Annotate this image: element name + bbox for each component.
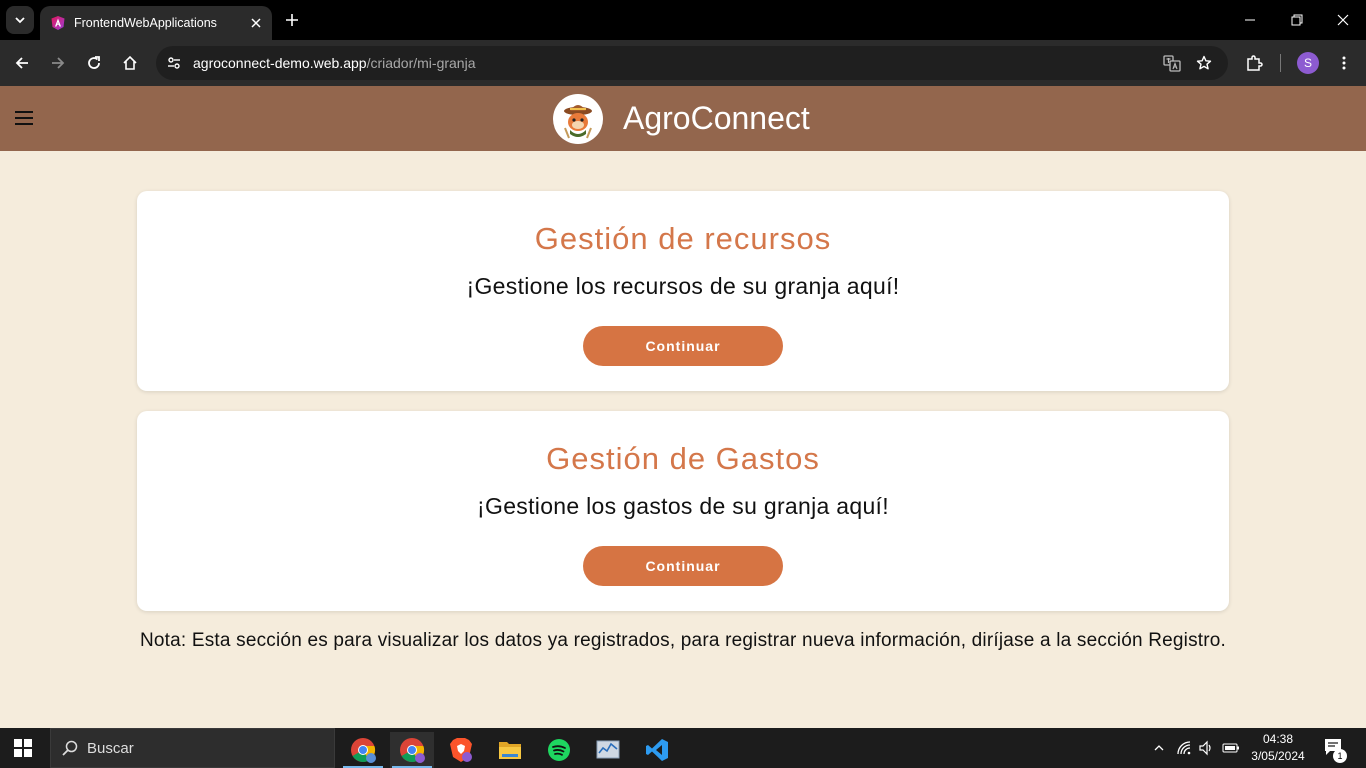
network-button[interactable]	[1174, 738, 1194, 758]
angular-favicon-icon	[51, 16, 65, 30]
profile-avatar[interactable]: S	[1297, 52, 1319, 74]
puzzle-icon	[1247, 55, 1263, 71]
extensions-button[interactable]	[1240, 49, 1268, 77]
card-description: ¡Gestione los gastos de su granja aquí!	[477, 493, 889, 519]
app-logo	[553, 94, 603, 144]
battery-button[interactable]	[1221, 738, 1241, 758]
forward-button[interactable]	[44, 49, 72, 77]
arrow-left-icon	[15, 57, 28, 69]
chrome-icon	[400, 738, 425, 763]
plus-icon	[286, 14, 298, 26]
tray-overflow-button[interactable]	[1149, 738, 1169, 758]
toolbar-separator	[1280, 54, 1281, 72]
windows-taskbar: Buscar 04:38 3/05/2024 1	[0, 728, 1366, 768]
windows-logo-pane	[14, 739, 22, 747]
notification-badge: 1	[1333, 749, 1347, 763]
tab-title: FrontendWebApplications	[74, 16, 217, 30]
url-host: agroconnect-demo.web.app	[193, 55, 367, 71]
close-window-button[interactable]	[1323, 6, 1363, 34]
search-label: Buscar	[87, 739, 134, 757]
taskbar-chrome-2[interactable]	[390, 732, 434, 768]
site-info-button[interactable]	[160, 49, 188, 77]
brave-icon	[450, 738, 472, 762]
expenses-continue-button[interactable]: Continuar	[583, 546, 783, 586]
home-button[interactable]	[116, 49, 144, 77]
task-manager-icon	[596, 740, 620, 759]
expenses-card: Gestión de Gastos ¡Gestione los gastos d…	[137, 411, 1229, 611]
home-icon	[123, 55, 137, 70]
address-bar[interactable]: agroconnect-demo.web.app/criador/mi-gran…	[156, 46, 1228, 80]
browser-menu-button[interactable]	[1330, 49, 1358, 77]
chevron-down-icon	[15, 17, 25, 24]
more-vertical-icon	[1342, 56, 1346, 70]
search-icon	[62, 740, 78, 756]
clock-time: 04:38	[1262, 732, 1294, 746]
windows-logo-pane	[24, 739, 32, 747]
chrome-icon	[351, 738, 376, 763]
arrow-right-icon	[52, 57, 65, 69]
bookmark-button[interactable]	[1190, 49, 1218, 77]
volume-button[interactable]	[1196, 738, 1216, 758]
start-button[interactable]	[14, 739, 32, 757]
speaker-icon	[1199, 740, 1211, 756]
vscode-icon	[646, 739, 668, 761]
reload-button[interactable]	[80, 49, 108, 77]
minimize-window-button[interactable]	[1230, 6, 1270, 34]
spotify-icon	[548, 739, 570, 761]
windows-logo-pane	[24, 749, 32, 757]
reload-icon	[88, 56, 100, 69]
taskbar-chrome-1[interactable]	[341, 732, 385, 768]
chevron-up-icon	[1154, 745, 1164, 751]
close-icon	[251, 18, 261, 28]
info-note: Nota: Esta sección es para visualizar lo…	[139, 630, 1227, 651]
menu-button[interactable]	[12, 106, 36, 130]
tune-icon	[168, 57, 180, 69]
resources-continue-button[interactable]: Continuar	[583, 326, 783, 366]
tab-search-button[interactable]	[6, 6, 34, 34]
hamburger-line	[15, 111, 33, 113]
resources-card: Gestión de recursos ¡Gestione los recurs…	[137, 191, 1229, 391]
windows-logo-pane	[14, 749, 22, 757]
card-title: Gestión de Gastos	[546, 441, 820, 476]
app-header: AgroConnect	[0, 86, 1366, 151]
taskbar-spotify[interactable]	[537, 732, 581, 768]
browser-tab-strip: FrontendWebApplications	[0, 0, 1366, 40]
back-button[interactable]	[8, 49, 36, 77]
card-title: Gestión de recursos	[534, 221, 832, 256]
hamburger-line	[15, 117, 33, 119]
taskbar-file-explorer[interactable]	[488, 732, 532, 768]
tab-close-button[interactable]	[246, 13, 266, 33]
hamburger-line	[15, 123, 33, 125]
clock-date: 3/05/2024	[1251, 749, 1305, 763]
farmer-logo-icon	[564, 105, 592, 139]
browser-toolbar: agroconnect-demo.web.app/criador/mi-gran…	[0, 40, 1366, 86]
taskbar-vscode[interactable]	[635, 732, 679, 768]
taskbar-clock[interactable]: 04:38 3/05/2024	[1248, 731, 1308, 765]
battery-icon	[1222, 743, 1239, 753]
browser-tab-active[interactable]: FrontendWebApplications	[40, 6, 272, 40]
taskbar-search[interactable]: Buscar	[50, 728, 335, 768]
restore-window-button[interactable]	[1277, 6, 1317, 34]
translate-icon	[1163, 55, 1181, 72]
minimize-icon	[1245, 19, 1255, 21]
card-description: ¡Gestione los recursos de su granja aquí…	[466, 273, 900, 299]
close-icon	[1337, 14, 1349, 26]
folder-icon	[499, 742, 521, 759]
new-tab-button[interactable]	[280, 8, 304, 32]
taskbar-task-manager[interactable]	[586, 732, 630, 768]
taskbar-brave[interactable]	[439, 732, 483, 768]
url-path: /criador/mi-granja	[366, 55, 476, 71]
star-icon	[1196, 55, 1212, 70]
translate-button[interactable]	[1158, 49, 1186, 77]
wifi-icon	[1177, 741, 1191, 755]
url-text: agroconnect-demo.web.app/criador/mi-gran…	[193, 55, 476, 71]
restore-icon	[1291, 14, 1303, 26]
app-title: AgroConnect	[623, 100, 810, 136]
